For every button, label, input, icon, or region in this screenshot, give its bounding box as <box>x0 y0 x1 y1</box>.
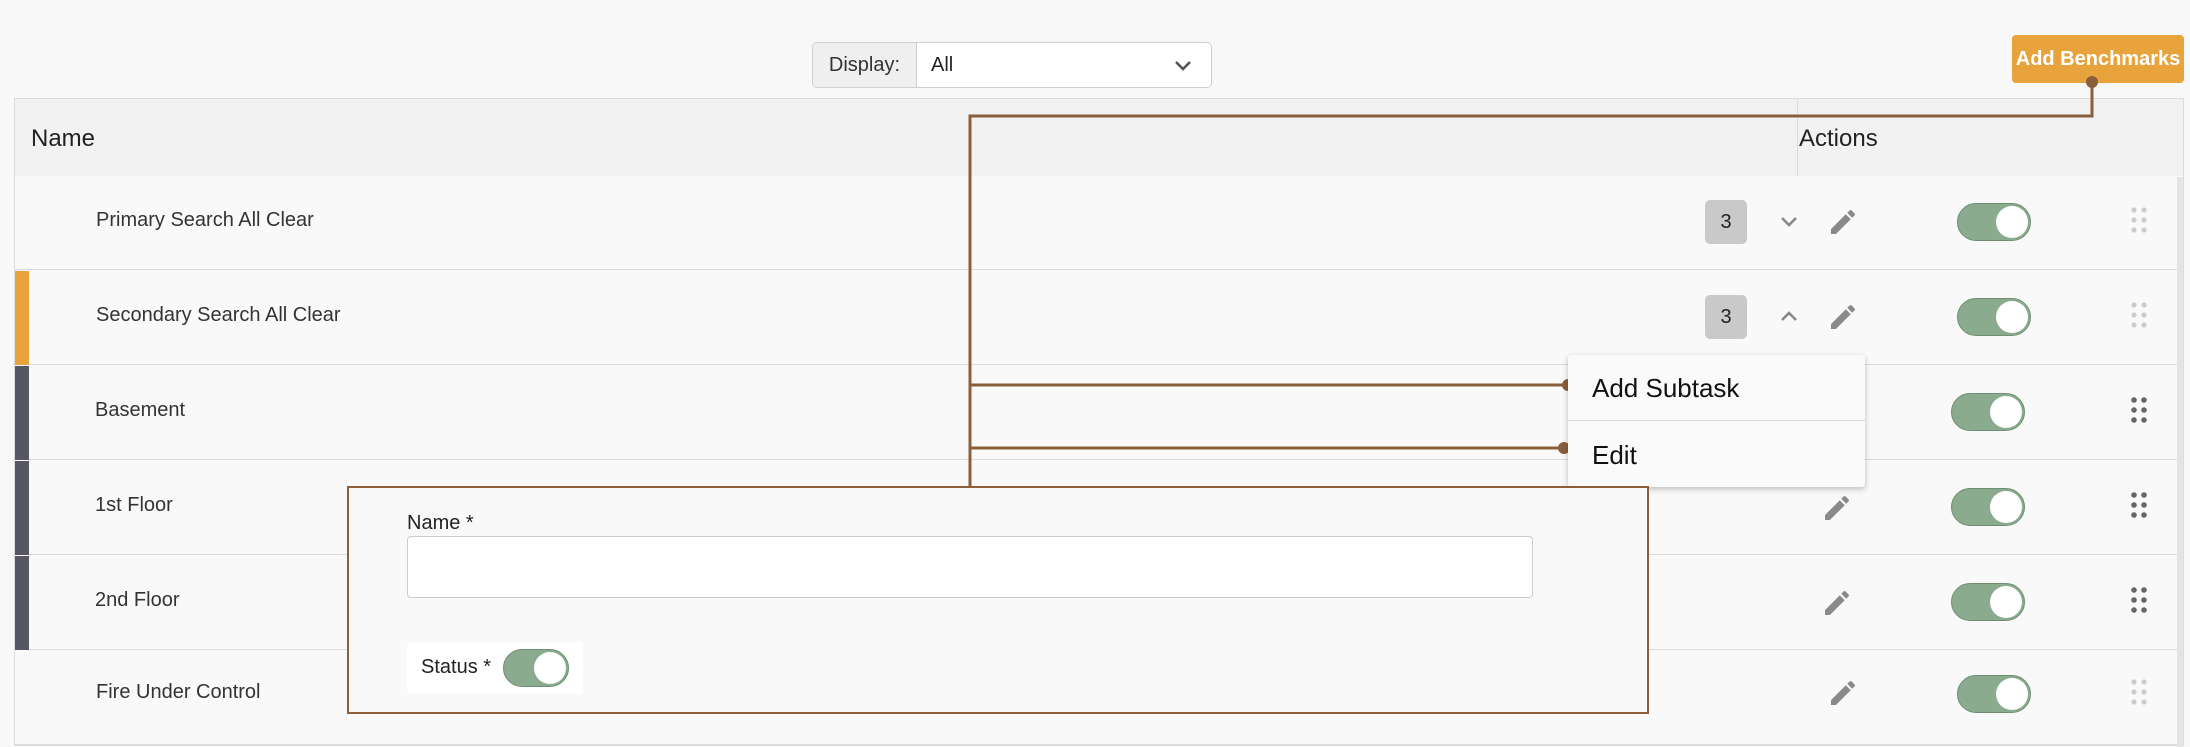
pencil-icon[interactable] <box>1827 301 1859 333</box>
column-header-name: Name <box>31 125 96 152</box>
table-header: Name Actions <box>15 99 2183 177</box>
chevron-down-icon[interactable] <box>1777 210 1801 234</box>
row-actions-menu: Add Subtask Edit <box>1568 355 1865 487</box>
drag-handle-icon[interactable] <box>2130 206 2148 234</box>
subtask-count-badge: 3 <box>1705 295 1747 339</box>
toggle-knob <box>1996 301 2028 333</box>
status-toggle[interactable] <box>1957 203 2031 241</box>
row-color-bar <box>15 556 29 650</box>
menu-divider <box>1568 420 1865 421</box>
subtask-count-badge: 3 <box>1705 200 1747 244</box>
row-name: 2nd Floor <box>95 589 180 611</box>
subtask-form: Name * Status * <box>347 486 1649 714</box>
status-toggle[interactable] <box>503 649 569 687</box>
column-header-actions: Actions <box>1799 125 1878 152</box>
row-color-bar <box>15 366 29 460</box>
display-filter[interactable]: Display: All <box>812 42 1212 88</box>
row-name: 1st Floor <box>95 494 173 516</box>
drag-handle-icon[interactable] <box>2130 678 2148 706</box>
status-toggle[interactable] <box>1957 675 2031 713</box>
row-name: Primary Search All Clear <box>96 209 314 231</box>
menu-item-add-subtask[interactable]: Add Subtask <box>1592 373 1739 404</box>
pencil-icon[interactable] <box>1827 677 1859 709</box>
toggle-knob <box>1996 678 2028 710</box>
table-row[interactable]: Secondary Search All Clear 3 <box>15 271 2183 365</box>
status-label: Status * <box>421 656 492 678</box>
add-benchmarks-button[interactable]: Add Benchmarks <box>2012 35 2184 83</box>
drag-handle-icon[interactable] <box>2130 396 2148 424</box>
drag-handle-icon[interactable] <box>2130 301 2148 329</box>
toggle-knob <box>1996 206 2028 238</box>
display-value: All <box>931 53 954 76</box>
toggle-knob <box>534 652 566 684</box>
table-row[interactable]: Primary Search All Clear 3 <box>15 176 2183 270</box>
pencil-icon[interactable] <box>1821 492 1853 524</box>
pencil-icon[interactable] <box>1821 587 1853 619</box>
chevron-up-icon[interactable] <box>1777 305 1801 329</box>
display-select[interactable]: All <box>917 43 1211 87</box>
status-toggle[interactable] <box>1951 583 2025 621</box>
menu-item-edit[interactable]: Edit <box>1592 440 1637 471</box>
column-divider <box>1797 99 1798 176</box>
status-toggle[interactable] <box>1951 488 2025 526</box>
toggle-knob <box>1990 586 2022 618</box>
row-name: Basement <box>95 399 186 421</box>
status-toggle[interactable] <box>1951 393 2025 431</box>
scrollbar[interactable] <box>2177 177 2183 747</box>
pencil-icon[interactable] <box>1827 206 1859 238</box>
status-field: Status * <box>407 642 583 694</box>
drag-handle-icon[interactable] <box>2130 491 2148 519</box>
row-name: Fire Under Control <box>96 681 261 703</box>
status-toggle[interactable] <box>1957 298 2031 336</box>
chevron-down-icon <box>1175 61 1191 71</box>
row-color-bar <box>15 271 29 365</box>
row-color-bar <box>15 461 29 555</box>
row-name: Secondary Search All Clear <box>96 304 341 326</box>
toggle-knob <box>1990 491 2022 523</box>
name-label: Name * <box>407 512 474 534</box>
toggle-knob <box>1990 396 2022 428</box>
display-label: Display: <box>813 43 917 87</box>
name-input[interactable] <box>407 536 1533 598</box>
drag-handle-icon[interactable] <box>2130 586 2148 614</box>
